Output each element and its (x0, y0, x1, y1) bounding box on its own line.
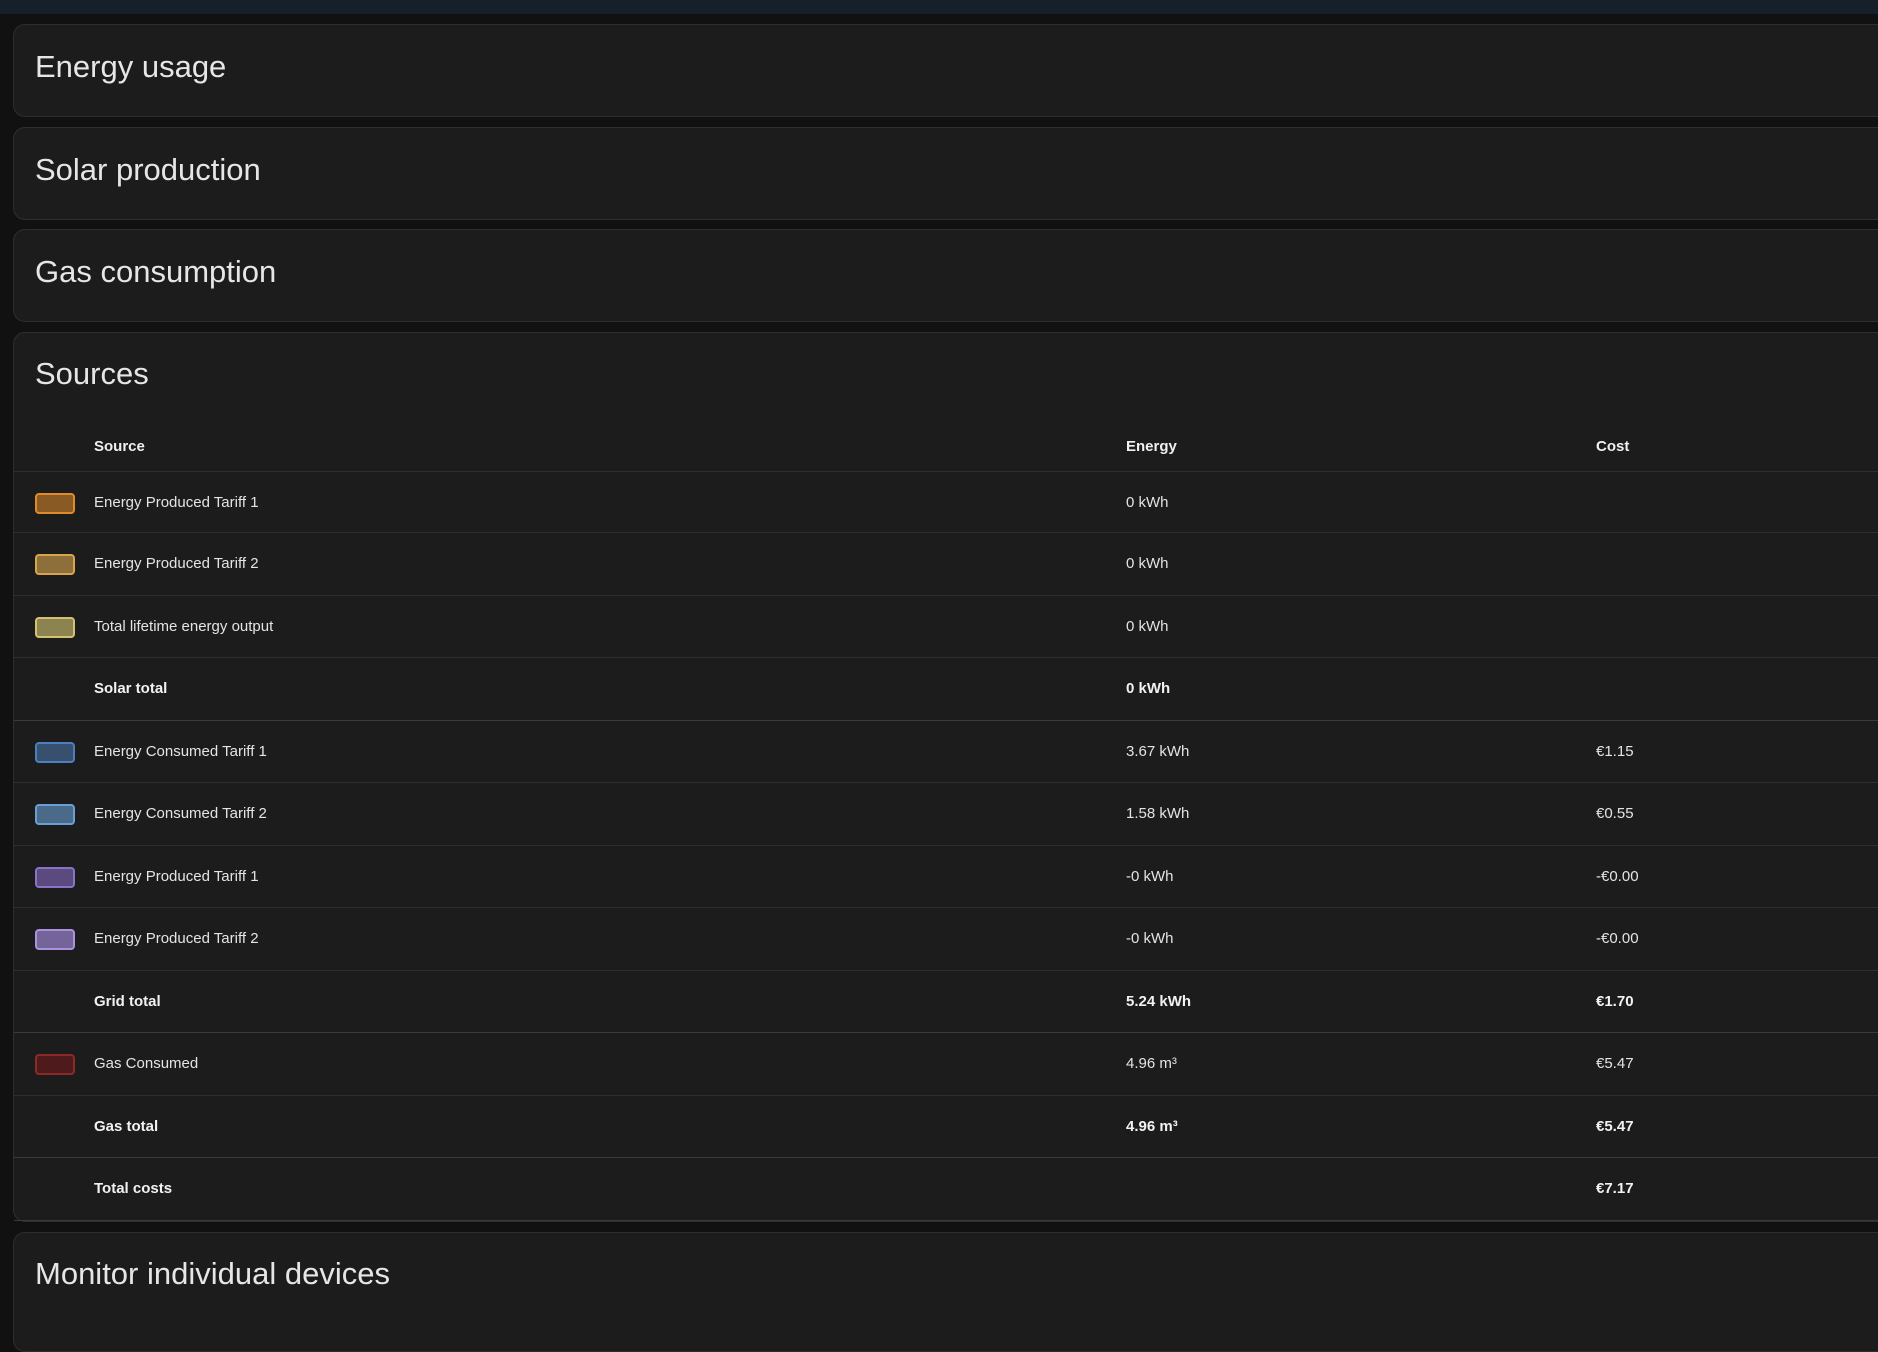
solar-production-title: Solar production (35, 152, 261, 187)
source-energy: 4.96 m³ (1126, 1117, 1178, 1135)
table-row: Gas Consumed 4.96 m³ €5.47 (14, 1033, 1878, 1096)
source-column-header: Source (94, 438, 145, 455)
energy-usage-title: Energy usage (35, 49, 227, 84)
source-energy: 0 kWh (1126, 680, 1171, 697)
source-color-swatch (35, 1054, 75, 1075)
source-energy: 5.24 kWh (1126, 992, 1192, 1010)
source-name: Energy Consumed Tariff 1 (94, 742, 267, 760)
source-color-swatch (35, 616, 75, 638)
source-name: Grid total (94, 992, 161, 1010)
source-cost: €5.47 (1596, 1055, 1634, 1072)
source-name: Energy Produced Tariff 1 (94, 494, 259, 511)
sources-table-header: Source Energy Cost (14, 421, 1878, 472)
table-row: Energy Produced Tariff 1 -0 kWh -€0.00 (14, 846, 1878, 908)
energy-column-header: Energy (1126, 438, 1177, 455)
monitor-devices-title: Monitor individual devices (35, 1256, 390, 1291)
table-row: Energy Produced Tariff 2 0 kWh (14, 533, 1878, 596)
table-total-row: Grid total 5.24 kWh €1.70 (14, 971, 1878, 1033)
source-cost: €7.17 (1596, 1180, 1634, 1197)
source-name: Energy Produced Tariff 2 (94, 930, 259, 947)
source-cost: -€0.00 (1596, 930, 1639, 947)
source-energy: 0 kWh (1126, 617, 1169, 635)
source-color-swatch (35, 929, 75, 950)
table-total-row: Gas total 4.96 m³ €5.47 (14, 1096, 1878, 1158)
source-color-swatch (35, 866, 75, 888)
source-cost: €1.70 (1596, 992, 1634, 1010)
energy-usage-card: Energy usage (13, 24, 1878, 117)
source-name: Gas total (94, 1117, 159, 1135)
table-row: Total lifetime energy output 0 kWh (14, 596, 1878, 658)
gas-consumption-title: Gas consumption (35, 254, 277, 289)
source-name: Energy Consumed Tariff 2 (94, 805, 267, 822)
source-name: Gas Consumed (94, 1055, 199, 1072)
source-color-swatch (35, 741, 75, 763)
source-color-swatch (35, 493, 75, 514)
source-energy: 0 kWh (1126, 555, 1169, 572)
source-energy: 3.67 kWh (1126, 742, 1190, 760)
cost-column-header: Cost (1596, 438, 1630, 455)
source-energy: -0 kWh (1126, 867, 1174, 885)
source-color-swatch (35, 804, 75, 825)
source-color-swatch (35, 554, 75, 575)
source-cost: €0.55 (1596, 805, 1634, 822)
source-energy: 4.96 m³ (1126, 1055, 1177, 1072)
source-cost: €5.47 (1596, 1117, 1634, 1135)
source-name: Energy Produced Tariff 2 (94, 555, 259, 572)
gas-consumption-card: Gas consumption (13, 229, 1878, 322)
table-row: Energy Produced Tariff 2 -0 kWh -€0.00 (14, 908, 1878, 971)
table-total-row: Solar total 0 kWh (14, 658, 1878, 721)
solar-production-card: Solar production (13, 127, 1878, 220)
source-cost: -€0.00 (1596, 867, 1639, 885)
app-header-bar (0, 0, 1878, 14)
source-name: Total costs (94, 1180, 173, 1197)
sources-title: Sources (35, 356, 149, 391)
source-energy: 1.58 kWh (1126, 805, 1190, 822)
monitor-devices-card: Monitor individual devices (13, 1232, 1878, 1352)
source-name: Energy Produced Tariff 1 (94, 867, 259, 885)
sources-card: Sources Source Energy Cost Energy Produc… (13, 332, 1878, 1222)
table-row: Energy Consumed Tariff 1 3.67 kWh €1.15 (14, 721, 1878, 783)
sources-table-body: Energy Produced Tariff 10 kWh Energy Prod… (14, 472, 1878, 1221)
sources-table: Source Energy Cost Energy Produced Tarif… (14, 421, 1878, 1221)
source-cost: €1.15 (1596, 742, 1634, 760)
source-energy: -0 kWh (1126, 930, 1174, 947)
source-name: Solar total (94, 680, 168, 697)
table-row: Energy Produced Tariff 1 0 kWh (14, 472, 1878, 533)
table-total-row: Total costs €7.17 (14, 1158, 1878, 1221)
source-energy: 0 kWh (1126, 494, 1169, 511)
source-name: Total lifetime energy output (94, 617, 274, 635)
table-row: Energy Consumed Tariff 2 1.58 kWh €0.55 (14, 783, 1878, 846)
